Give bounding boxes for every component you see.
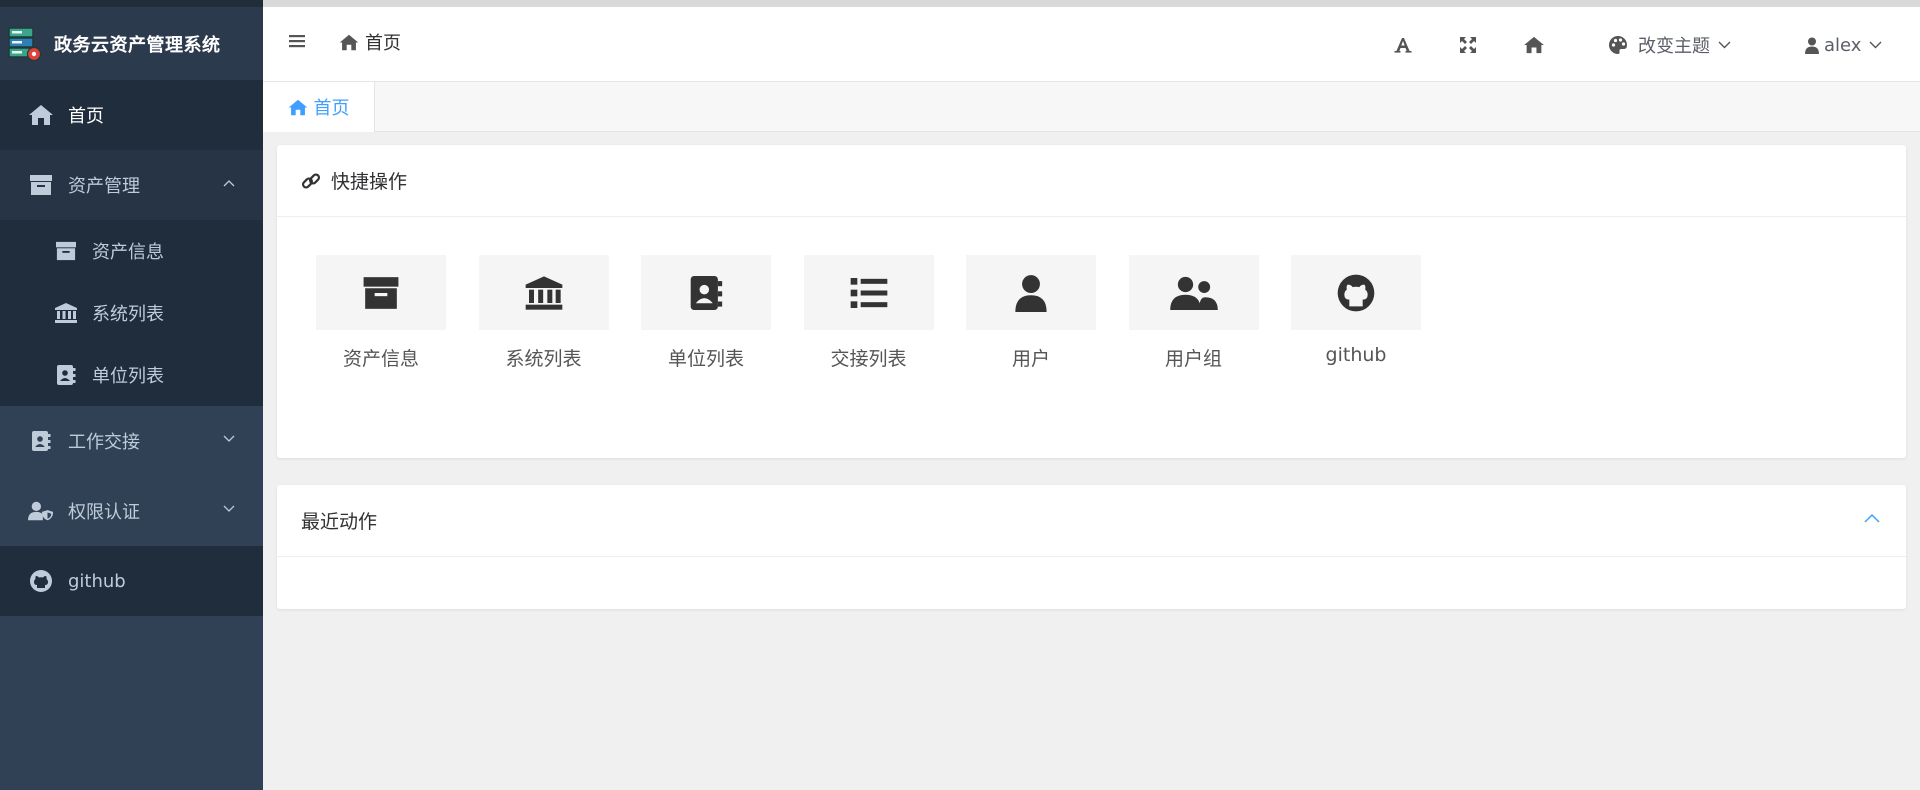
chevron-up-icon — [223, 179, 235, 187]
submenu-asset-management: 资产信息 系统列表 单位列表 — [0, 220, 263, 406]
user-shield-icon — [28, 498, 54, 524]
breadcrumb: 首页 — [339, 29, 401, 55]
quick-item-system-list[interactable]: 系统列表 — [478, 255, 609, 371]
quick-item-handover-list[interactable]: 交接列表 — [803, 255, 934, 371]
sidebar-item-label: 工作交接 — [68, 432, 140, 453]
quick-item-label: 交接列表 — [830, 348, 907, 370]
brand: 政务云资产管理系统 — [0, 0, 263, 80]
tags-view: 首页 — [263, 82, 1920, 132]
quick-item-github[interactable]: github — [1291, 255, 1421, 371]
sidebar-item-system-list[interactable]: 系统列表 — [0, 282, 263, 344]
archive-icon — [362, 275, 400, 311]
chevron-down-icon — [223, 505, 235, 513]
fullscreen-button[interactable] — [1459, 29, 1477, 61]
sidebar-item-label: 资产信息 — [92, 242, 164, 263]
archive-icon — [54, 239, 78, 263]
sidebar-item-label: 资产管理 — [68, 176, 140, 197]
sidebar-item-label: 系统列表 — [92, 304, 164, 325]
quick-item-label: 用户组 — [1164, 348, 1222, 370]
sidebar: 政务云资产管理系统 首页 资产管理 资产信息 系统列表 单位列表 工作交接 权限… — [0, 0, 263, 790]
card-header: 快捷操作 — [277, 145, 1906, 217]
quick-item-label: 资产信息 — [342, 348, 419, 370]
collapse-button[interactable] — [1864, 513, 1880, 523]
tag-label: 首页 — [313, 98, 350, 119]
expand-icon — [1459, 36, 1477, 54]
quick-item-label: 单位列表 — [667, 348, 744, 370]
quick-item-user-group[interactable]: 用户组 — [1128, 255, 1259, 371]
font-size-icon — [1394, 36, 1412, 54]
link-icon — [301, 171, 321, 191]
users-icon — [1169, 276, 1218, 310]
github-icon — [28, 568, 54, 594]
quick-item-user[interactable]: 用户 — [966, 255, 1096, 371]
sidebar-item-home[interactable]: 首页 — [0, 80, 263, 150]
address-book-icon — [54, 363, 78, 387]
quick-actions-list: 资产信息 系统列表 单位列表 交接列表 用户 用户组 github — [316, 255, 1454, 371]
sidebar-item-github[interactable]: github — [0, 546, 263, 616]
breadcrumb-item[interactable]: 首页 — [365, 29, 401, 55]
bank-icon — [54, 301, 78, 325]
recent-actions-card: 最近动作 — [277, 485, 1906, 609]
card-title: 快捷操作 — [331, 171, 408, 193]
theme-label: 改变主题 — [1638, 36, 1710, 57]
home-icon — [1523, 36, 1545, 54]
list-icon — [849, 276, 889, 310]
user-icon — [1014, 274, 1048, 312]
card-header: 最近动作 — [277, 485, 1906, 557]
sidebar-item-auth[interactable]: 权限认证 — [0, 476, 263, 546]
home-icon — [28, 102, 54, 128]
quick-item-asset-info[interactable]: 资产信息 — [316, 255, 446, 371]
quick-actions-card: 快捷操作 资产信息 系统列表 单位列表 交接列表 用户 用户组 github — [277, 145, 1906, 458]
app-logo-icon — [8, 26, 42, 62]
card-title: 最近动作 — [301, 511, 378, 533]
home-icon — [339, 34, 359, 51]
app-title: 政务云资产管理系统 — [54, 34, 221, 56]
sidebar-item-work-handover[interactable]: 工作交接 — [0, 406, 263, 476]
hamburger-menu-button[interactable] — [289, 33, 307, 49]
sidebar-item-label: 权限认证 — [68, 502, 140, 523]
chevron-down-icon — [1718, 41, 1731, 49]
quick-item-unit-list[interactable]: 单位列表 — [641, 255, 771, 371]
chevron-down-icon — [1869, 41, 1882, 49]
sidebar-item-asset-info[interactable]: 资产信息 — [0, 220, 263, 282]
sidebar-item-label: 首页 — [68, 106, 104, 127]
theme-dropdown[interactable]: 改变主题 — [1608, 29, 1731, 61]
quick-item-label: 系统列表 — [505, 348, 582, 370]
sidebar-item-label: github — [68, 570, 126, 592]
quick-item-label: github — [1325, 344, 1387, 366]
sidebar-item-label: 单位列表 — [92, 366, 164, 387]
address-book-icon — [689, 274, 723, 312]
user-name: alex — [1824, 34, 1862, 56]
font-size-button[interactable] — [1394, 29, 1412, 61]
address-book-icon — [28, 428, 54, 454]
top-header: 首页 改变主题 alex — [263, 0, 1920, 82]
bank-icon — [524, 274, 564, 312]
archive-icon — [28, 172, 54, 198]
home-button[interactable] — [1523, 29, 1545, 61]
home-icon — [288, 99, 308, 116]
palette-icon — [1608, 35, 1628, 55]
sidebar-item-unit-list[interactable]: 单位列表 — [0, 344, 263, 406]
github-icon — [1336, 273, 1376, 313]
chevron-down-icon — [223, 435, 235, 443]
sidebar-item-asset-management[interactable]: 资产管理 — [0, 150, 263, 220]
user-dropdown[interactable]: alex — [1805, 29, 1882, 61]
quick-item-label: 用户 — [1011, 348, 1050, 370]
tag-home[interactable]: 首页 — [263, 82, 375, 132]
user-icon — [1805, 37, 1819, 54]
